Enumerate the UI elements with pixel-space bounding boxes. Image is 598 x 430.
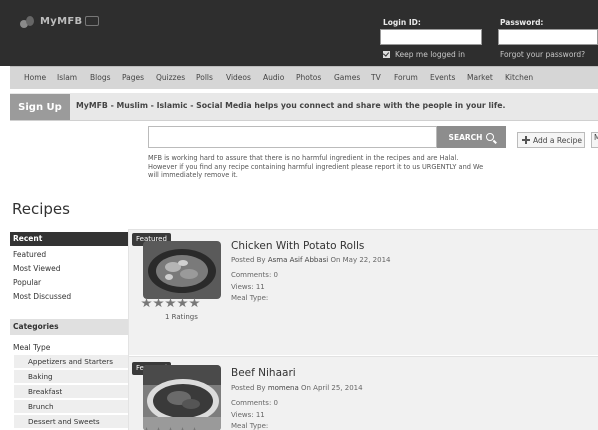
meal-type-heading[interactable]: Meal Type [13,343,50,352]
page-title: Recipes [12,200,70,218]
nav-item-islam[interactable]: Islam [57,73,77,82]
sidebar-item-recent[interactable]: Recent [10,232,128,246]
recipe-comments: Comments: 0 [231,271,278,279]
nav-item-events[interactable]: Events [430,73,455,82]
logo-text: MyMFB [40,15,83,27]
sidebar-item-popular[interactable]: Popular [13,278,41,287]
sidebar-item-appetizers[interactable]: Appetizers and Starters [14,355,128,369]
forgot-password-link[interactable]: Forgot your password? [500,50,585,59]
search-button[interactable]: SEARCH [437,126,506,148]
star-icon [165,298,176,308]
signup-tagline: MyMFB - Muslim - Islamic - Social Media … [76,101,506,110]
sidebar-item-dessert[interactable]: Dessert and Sweets [14,415,128,429]
recipe-thumbnail[interactable] [143,241,221,299]
recipe-thumbnail[interactable] [143,365,221,430]
recipe-title[interactable]: Beef Nihaari [231,367,296,379]
recipe-author-link[interactable]: momena [268,384,299,392]
star-icon [153,298,164,308]
keep-logged-in-label: Keep me logged in [395,50,466,59]
search-button-label: SEARCH [448,132,483,142]
keep-logged-in[interactable]: Keep me logged in [383,50,465,59]
posted-prefix: Posted By [231,384,266,392]
add-recipe-label: Add a Recipe [533,135,582,145]
search-icon [486,133,495,141]
recipe-views: Views: 11 [231,411,265,419]
star-rating[interactable] [141,298,201,308]
sidebar-item-baking[interactable]: Baking [14,370,128,384]
logo-icon [18,13,36,29]
add-recipe-button[interactable]: Add a Recipe [517,132,585,148]
halal-notice: MFB is working hard to assure that there… [148,154,484,180]
extra-button[interactable]: M [591,132,598,148]
recipe-author-link[interactable]: Asma Asif Abbasi [268,256,328,264]
nav-item-videos[interactable]: Videos [226,73,251,82]
nav-item-home[interactable]: Home [24,73,46,82]
logo-badge-icon [85,16,100,26]
recipe-meal-type: Meal Type: [231,422,269,430]
nav-item-polls[interactable]: Polls [196,73,213,82]
nav-item-games[interactable]: Games [334,73,360,82]
recipe-views: Views: 11 [231,283,265,291]
login-id-input[interactable] [380,29,482,45]
posted-date: On April 25, 2014 [301,384,363,392]
sidebar-item-brunch[interactable]: Brunch [14,400,128,414]
main-nav: Home Islam Blogs Pages Quizzes Polls Vid… [10,66,598,89]
star-icon [141,298,152,308]
recipe-posted-by: Posted By Asma Asif Abbasi On May 22, 20… [231,256,391,264]
star-icon [189,298,200,308]
categories-heading: Categories [10,319,128,335]
password-label: Password: [500,18,544,27]
recipe-title[interactable]: Chicken With Potato Rolls [231,240,364,252]
password-input[interactable] [498,29,598,45]
nav-item-pages[interactable]: Pages [122,73,144,82]
sidebar-item-most-viewed[interactable]: Most Viewed [13,264,60,273]
recipe-posted-by: Posted By momena On April 25, 2014 [231,384,363,392]
recipe-card: Featured 1 Ratings Chicken With Potato R… [129,229,598,355]
star-icon [177,298,188,308]
recipe-card: Featured Beef Nihaari Posted By momena O… [129,356,598,430]
plus-icon [522,136,530,144]
nav-item-blogs[interactable]: Blogs [90,73,111,82]
recipe-search-input[interactable] [148,126,437,148]
nav-item-audio[interactable]: Audio [263,73,284,82]
nav-item-photos[interactable]: Photos [296,73,321,82]
nav-item-kitchen[interactable]: Kitchen [505,73,533,82]
posted-date: On May 22, 2014 [330,256,391,264]
site-header: MyMFB Login ID: Password: Keep me logged… [0,0,598,66]
keep-logged-in-checkbox[interactable] [383,51,390,58]
sidebar-item-breakfast[interactable]: Breakfast [14,385,128,399]
recipe-sidebar: Recent Featured Most Viewed Popular Most… [10,229,128,430]
rating-count: 1 Ratings [165,313,198,321]
sidebar-item-featured[interactable]: Featured [13,250,46,259]
recipe-meal-type: Meal Type: [231,294,269,302]
sidebar-item-most-discussed[interactable]: Most Discussed [13,292,71,301]
nav-item-quizzes[interactable]: Quizzes [156,73,185,82]
posted-prefix: Posted By [231,256,266,264]
login-id-label: Login ID: [383,18,421,27]
nav-item-market[interactable]: Market [467,73,493,82]
nav-item-forum[interactable]: Forum [394,73,418,82]
sign-up-button[interactable]: Sign Up [10,94,70,120]
recipe-comments: Comments: 0 [231,399,278,407]
nav-item-tv[interactable]: TV [371,73,381,82]
signup-bar: Sign Up MyMFB - Muslim - Islamic - Socia… [10,93,598,121]
site-logo[interactable]: MyMFB [18,10,100,32]
